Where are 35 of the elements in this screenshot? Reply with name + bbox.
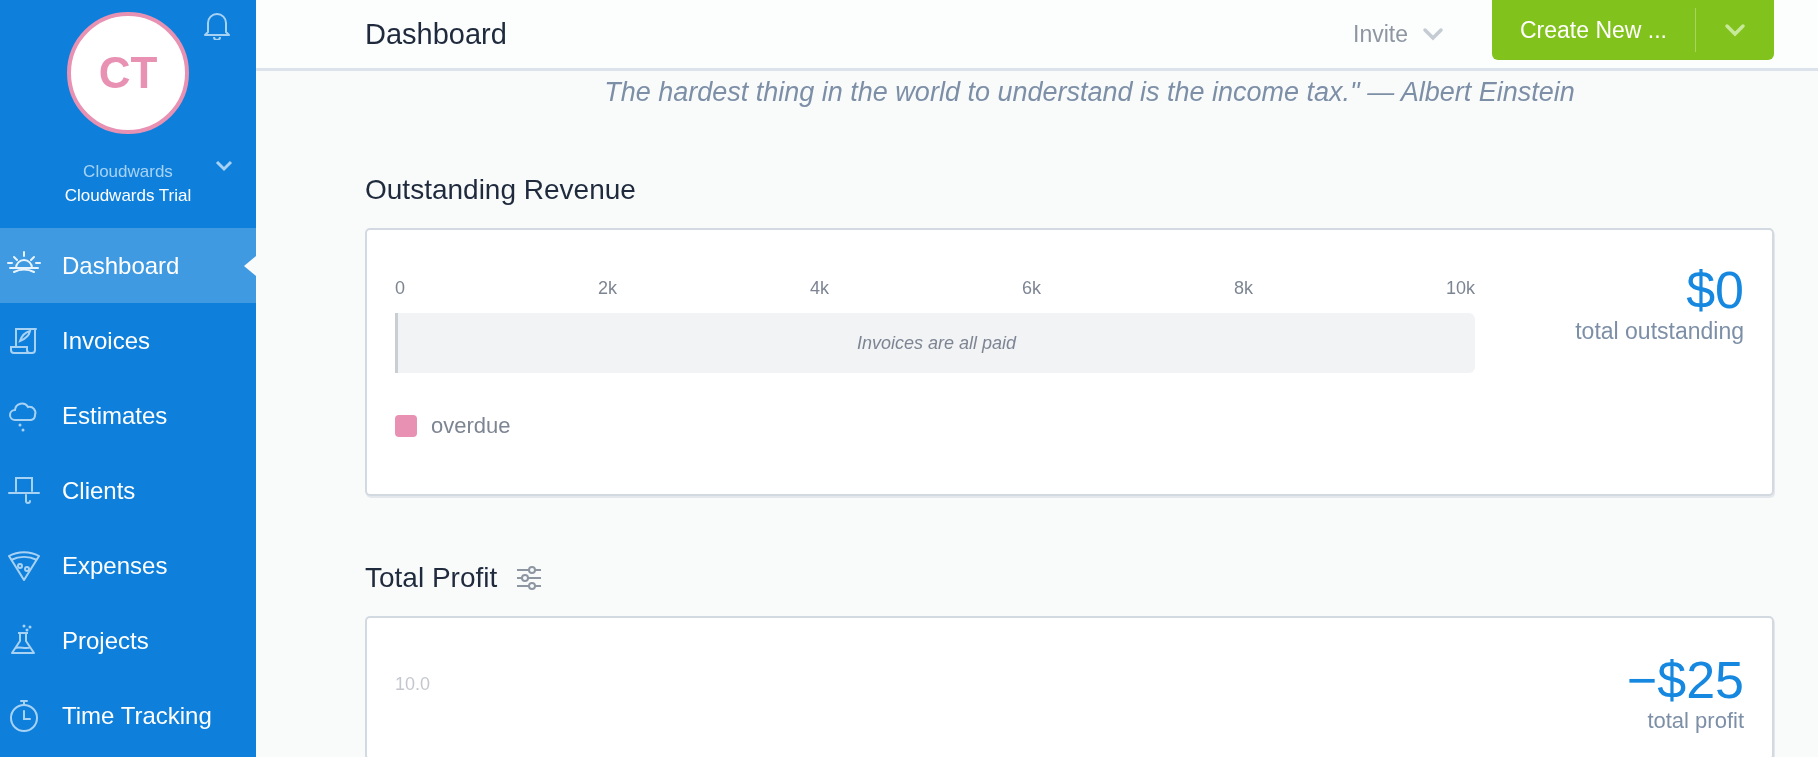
nav-item[interactable]: Dashboard — [0, 228, 256, 303]
total-label: total outstanding — [1575, 318, 1744, 345]
create-new-button[interactable]: Create New ... — [1492, 0, 1695, 60]
axis-label: 10.0 — [395, 674, 431, 695]
chevron-down-icon — [1724, 23, 1746, 37]
nav-item[interactable]: Projects — [0, 603, 256, 678]
total-amount: −$25 — [1626, 654, 1744, 706]
chevron-down-icon — [1422, 27, 1444, 41]
total-label: total profit — [1647, 708, 1744, 734]
chevron-down-icon[interactable] — [214, 158, 234, 172]
scale-label: 8k — [1233, 278, 1253, 299]
avatar[interactable]: CT — [67, 12, 189, 134]
account-name: Cloudwards Trial — [64, 186, 192, 206]
sliders-icon[interactable] — [515, 565, 544, 591]
scale-label: 2k — [598, 278, 617, 299]
section-title: Total Profit — [365, 562, 498, 594]
section-title: Outstanding Revenue — [365, 174, 636, 206]
nav-item[interactable]: Expenses — [0, 528, 256, 603]
invite-button[interactable]: Invite — [1353, 20, 1444, 48]
scale-label: 0 — [395, 278, 405, 299]
scale-label: 10k — [1445, 278, 1475, 299]
nav-item[interactable]: Estimates — [0, 378, 256, 453]
scale-label: 4k — [809, 278, 829, 299]
selection-pointer — [244, 256, 256, 276]
bell-icon[interactable] — [204, 10, 230, 40]
scale-label: 6k — [1021, 278, 1041, 299]
page-title: Dashboard — [365, 17, 508, 51]
nav-item[interactable]: Invoices — [0, 303, 256, 378]
company-name: Cloudwards — [83, 162, 173, 182]
total-amount: $0 — [1686, 264, 1744, 316]
quote: The hardest thing in the world to understand is the income tax." — Albert Einstein — [603, 77, 1576, 108]
nav-item[interactable]: Clients — [0, 453, 256, 528]
bar-message: Invoices are all paid — [856, 332, 1017, 354]
legend-label: overdue — [431, 413, 511, 439]
nav-item[interactable]: Time Tracking — [0, 678, 256, 753]
